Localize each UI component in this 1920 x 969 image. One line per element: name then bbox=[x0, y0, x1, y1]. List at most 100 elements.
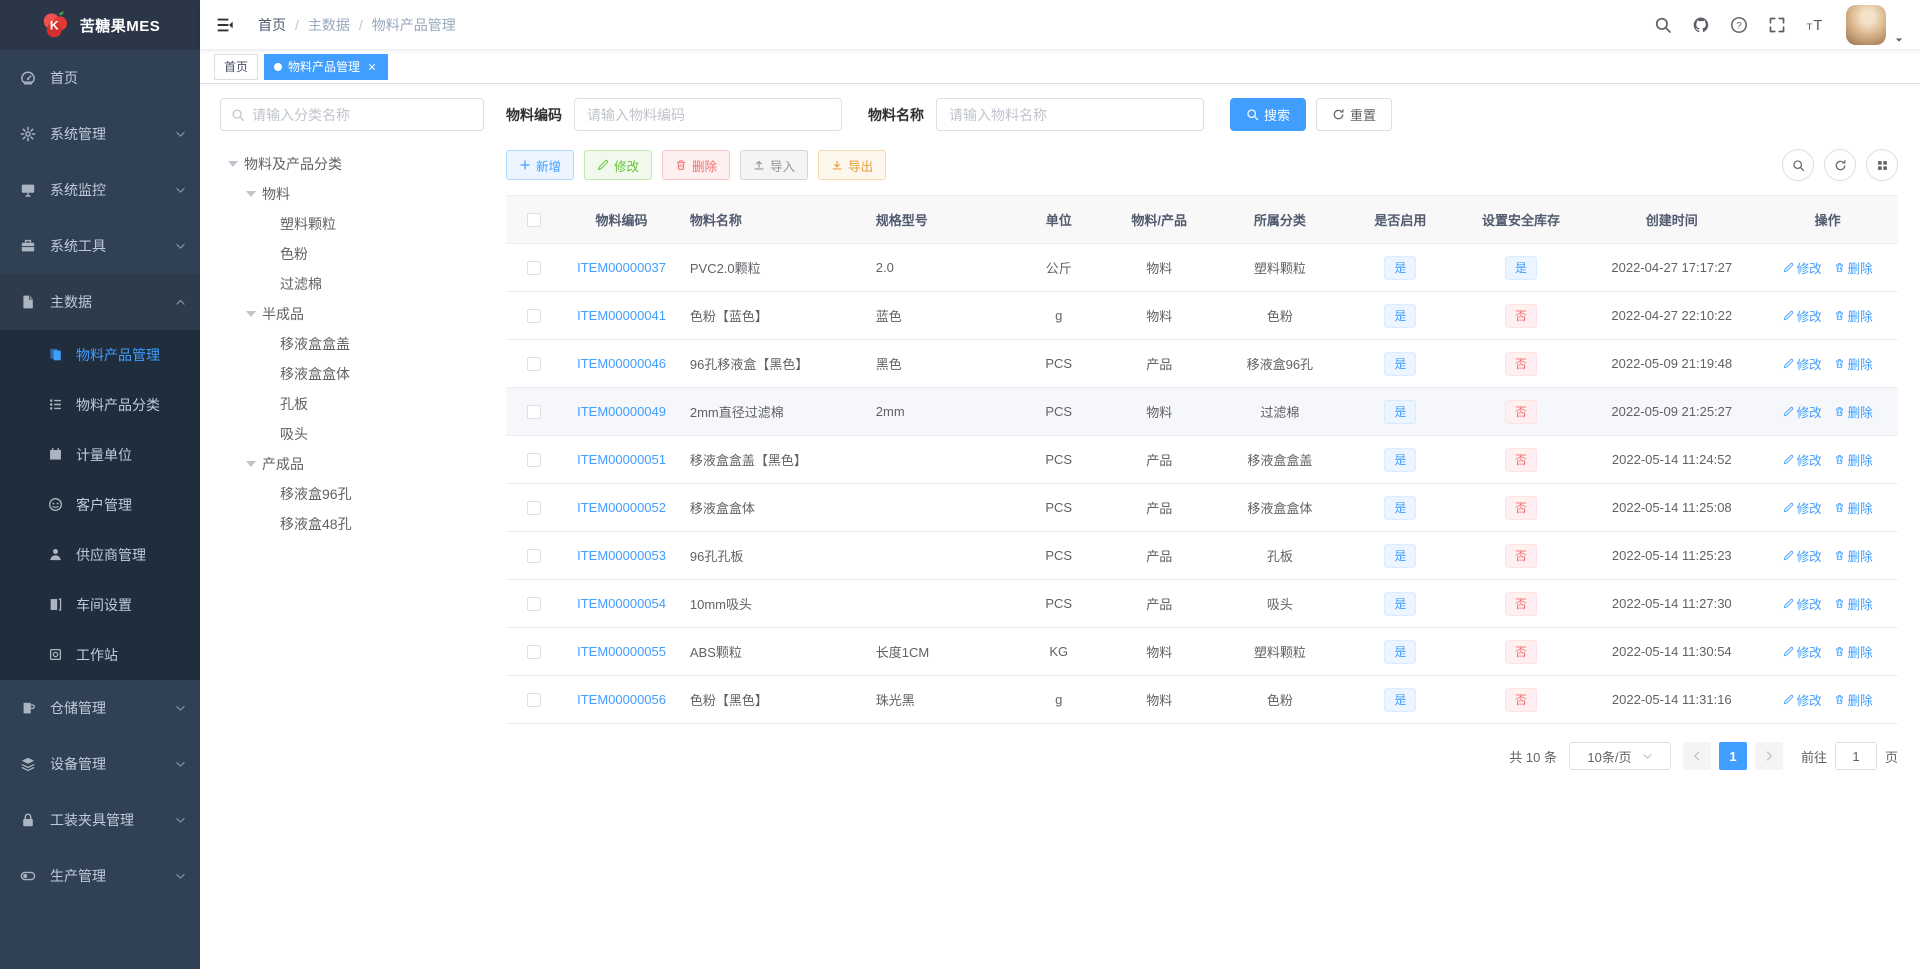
delete-row-button[interactable]: 删除 bbox=[1834, 402, 1873, 421]
goto-page-input[interactable] bbox=[1834, 742, 1877, 770]
edit-row-button[interactable]: 修改 bbox=[1783, 402, 1822, 421]
app-logo[interactable]: K 苦糖果MES bbox=[0, 0, 200, 50]
caret-down-icon[interactable] bbox=[228, 161, 238, 167]
caret-down-icon[interactable] bbox=[246, 461, 256, 467]
tree-node[interactable]: 孔板 bbox=[220, 389, 484, 419]
edit-row-button[interactable]: 修改 bbox=[1783, 450, 1822, 469]
delete-row-button[interactable]: 删除 bbox=[1834, 258, 1873, 277]
sidebar-item-material-product-admin[interactable]: 物料产品管理 bbox=[0, 330, 200, 380]
delete-row-button[interactable]: 删除 bbox=[1834, 306, 1873, 325]
tree-node[interactable]: 物料及产品分类 bbox=[220, 149, 484, 179]
import-button[interactable]: 导入 bbox=[740, 150, 809, 180]
tree-node[interactable]: 吸头 bbox=[220, 419, 484, 449]
tree-node[interactable]: 半成品 bbox=[220, 299, 484, 329]
row-checkbox[interactable] bbox=[526, 309, 541, 324]
sidebar-toggle-button[interactable] bbox=[200, 0, 250, 50]
delete-button[interactable]: 删除 bbox=[662, 150, 731, 180]
font-size-button[interactable]: TT bbox=[1796, 0, 1834, 50]
tree-node[interactable]: 产成品 bbox=[220, 449, 484, 479]
sidebar-item-material-product-category[interactable]: 物料产品分类 bbox=[0, 380, 200, 430]
close-icon[interactable] bbox=[366, 61, 378, 73]
sidebar-item-customer-admin[interactable]: 客户管理 bbox=[0, 480, 200, 530]
row-checkbox[interactable] bbox=[526, 645, 541, 660]
material-code-link[interactable]: ITEM00000056 bbox=[577, 692, 666, 707]
material-code-link[interactable]: ITEM00000051 bbox=[577, 452, 666, 467]
sidebar-item-warehouse-admin[interactable]: 仓储管理 bbox=[0, 680, 200, 736]
edit-row-button[interactable]: 修改 bbox=[1783, 594, 1822, 613]
row-checkbox[interactable] bbox=[526, 549, 541, 564]
chevron-down-icon[interactable] bbox=[1894, 5, 1904, 45]
delete-row-button[interactable]: 删除 bbox=[1834, 450, 1873, 469]
sidebar-item-workstation[interactable]: 工作站 bbox=[0, 630, 200, 680]
material-code-link[interactable]: ITEM00000055 bbox=[577, 644, 666, 659]
tab-material-product-admin[interactable]: 物料产品管理 bbox=[264, 53, 389, 80]
caret-down-icon[interactable] bbox=[246, 191, 256, 197]
material-code-link[interactable]: ITEM00000049 bbox=[577, 404, 666, 419]
edit-button[interactable]: 修改 bbox=[584, 150, 653, 180]
tree-node[interactable]: 色粉 bbox=[220, 239, 484, 269]
material-code-link[interactable]: ITEM00000046 bbox=[577, 356, 666, 371]
tree-node[interactable]: 移液盒48孔 bbox=[220, 509, 484, 539]
edit-row-button[interactable]: 修改 bbox=[1783, 498, 1822, 517]
export-button[interactable]: 导出 bbox=[818, 150, 887, 180]
tree-node[interactable]: 移液盒96孔 bbox=[220, 479, 484, 509]
delete-row-button[interactable]: 删除 bbox=[1834, 546, 1873, 565]
fullscreen-button[interactable] bbox=[1758, 0, 1796, 50]
delete-row-button[interactable]: 删除 bbox=[1834, 354, 1873, 373]
edit-row-button[interactable]: 修改 bbox=[1783, 354, 1822, 373]
sidebar-item-production-admin[interactable]: 生产管理 bbox=[0, 848, 200, 904]
help-button[interactable]: ? bbox=[1720, 0, 1758, 50]
sidebar-item-system-monitor[interactable]: 系统监控 bbox=[0, 162, 200, 218]
sidebar-item-home[interactable]: 首页 bbox=[0, 50, 200, 106]
sidebar-item-master-data[interactable]: 主数据 bbox=[0, 274, 200, 330]
breadcrumb-item[interactable]: 首页 bbox=[258, 15, 286, 35]
edit-row-button[interactable]: 修改 bbox=[1783, 306, 1822, 325]
columns-button[interactable] bbox=[1866, 149, 1898, 181]
row-checkbox[interactable] bbox=[526, 501, 541, 516]
sidebar-item-fixture-admin[interactable]: 工装夹具管理 bbox=[0, 792, 200, 848]
delete-row-button[interactable]: 删除 bbox=[1834, 498, 1873, 517]
row-checkbox[interactable] bbox=[526, 693, 541, 708]
refresh-button[interactable] bbox=[1824, 149, 1856, 181]
tree-node[interactable]: 物料 bbox=[220, 179, 484, 209]
edit-row-button[interactable]: 修改 bbox=[1783, 546, 1822, 565]
tab-home[interactable]: 首页 bbox=[214, 53, 259, 80]
page-size-select[interactable]: 10条/页 bbox=[1568, 742, 1671, 770]
row-checkbox[interactable] bbox=[526, 597, 541, 612]
sidebar-item-workshop-config[interactable]: 车间设置 bbox=[0, 580, 200, 630]
material-code-input[interactable] bbox=[574, 98, 842, 131]
delete-row-button[interactable]: 删除 bbox=[1834, 594, 1873, 613]
edit-row-button[interactable]: 修改 bbox=[1783, 642, 1822, 661]
sidebar-item-measure-unit[interactable]: 计量单位 bbox=[0, 430, 200, 480]
row-checkbox[interactable] bbox=[526, 261, 541, 276]
material-code-link[interactable]: ITEM00000041 bbox=[577, 308, 666, 323]
github-button[interactable] bbox=[1682, 0, 1720, 50]
tree-node[interactable]: 移液盒盒盖 bbox=[220, 329, 484, 359]
sidebar-item-system-admin[interactable]: 系统管理 bbox=[0, 106, 200, 162]
row-checkbox[interactable] bbox=[526, 405, 541, 420]
tree-node[interactable]: 塑料颗粒 bbox=[220, 209, 484, 239]
material-code-link[interactable]: ITEM00000037 bbox=[577, 260, 666, 275]
material-code-link[interactable]: ITEM00000052 bbox=[577, 500, 666, 515]
page-number-button[interactable]: 1 bbox=[1718, 742, 1747, 770]
add-button[interactable]: 新增 bbox=[506, 150, 575, 180]
delete-row-button[interactable]: 删除 bbox=[1834, 690, 1873, 709]
sidebar-item-system-tools[interactable]: 系统工具 bbox=[0, 218, 200, 274]
material-name-input[interactable] bbox=[936, 98, 1204, 131]
toggle-search-button[interactable] bbox=[1782, 149, 1814, 181]
avatar[interactable] bbox=[1846, 4, 1886, 45]
prev-page-button[interactable] bbox=[1682, 742, 1711, 770]
row-checkbox[interactable] bbox=[526, 453, 541, 468]
category-search-input[interactable] bbox=[252, 106, 473, 123]
row-checkbox[interactable] bbox=[526, 357, 541, 372]
tree-node[interactable]: 过滤棉 bbox=[220, 269, 484, 299]
sidebar-item-supplier-admin[interactable]: 供应商管理 bbox=[0, 530, 200, 580]
tree-node[interactable]: 移液盒盒体 bbox=[220, 359, 484, 389]
edit-row-button[interactable]: 修改 bbox=[1783, 690, 1822, 709]
next-page-button[interactable] bbox=[1754, 742, 1783, 770]
select-all-checkbox[interactable] bbox=[526, 213, 541, 228]
caret-down-icon[interactable] bbox=[246, 311, 256, 317]
reset-button[interactable]: 重置 bbox=[1316, 98, 1393, 131]
delete-row-button[interactable]: 删除 bbox=[1834, 642, 1873, 661]
sidebar-item-equipment-admin[interactable]: 设备管理 bbox=[0, 736, 200, 792]
